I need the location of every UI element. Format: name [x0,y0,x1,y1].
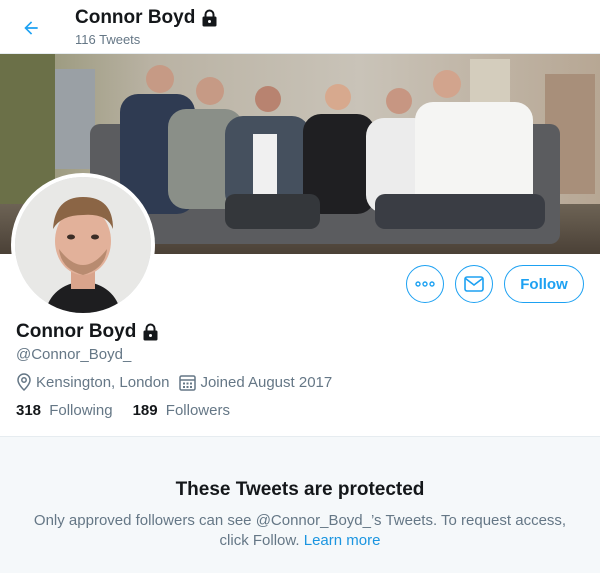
learn-more-link[interactable]: Learn more [304,532,381,549]
profile-stats: 318 Following 189 Followers [16,402,250,419]
avatar[interactable] [11,173,155,317]
calendar-icon [179,374,197,391]
lock-icon [202,9,217,27]
protected-message-text: Only approved followers can see @Connor_… [33,512,567,549]
avatar-photo [15,177,151,313]
header-title: Connor Boyd [75,7,218,29]
profile-meta: Kensington, London Joined August 2017 [16,373,342,391]
followers-link[interactable]: 189 Followers [133,402,230,419]
location-text: Kensington, London [36,373,170,391]
join-date: Joined August 2017 [179,374,332,391]
following-link[interactable]: 318 Following [16,402,113,419]
following-count: 318 [16,402,42,419]
more-button[interactable] [406,265,444,303]
followers-label: Followers [165,402,230,419]
message-button[interactable] [455,265,493,303]
protected-title: These Tweets are protected [175,479,425,500]
protected-notice: These Tweets are protected Only approved… [0,437,600,573]
location: Kensington, London [16,373,169,391]
mail-icon [464,276,484,292]
protected-message: Only approved followers can see @Connor_… [20,511,580,551]
profile-name: Connor Boyd [16,321,159,343]
join-date-text: Joined August 2017 [200,373,333,391]
profile-name-text: Connor Boyd [16,321,137,342]
header-name: Connor Boyd [75,7,196,28]
arrow-left-icon [24,21,38,35]
more-icon [415,281,435,287]
following-label: Following [49,402,113,419]
profile-handle: @Connor_Boyd_ [16,346,132,363]
follow-button[interactable]: Follow [504,265,584,303]
profile-header: Connor Boyd 116 Tweets [0,0,600,53]
back-button[interactable] [14,11,48,45]
tweet-count: 116 Tweets [75,32,141,47]
lock-icon [143,323,158,341]
location-pin-icon [17,373,31,391]
followers-count: 189 [132,402,158,419]
